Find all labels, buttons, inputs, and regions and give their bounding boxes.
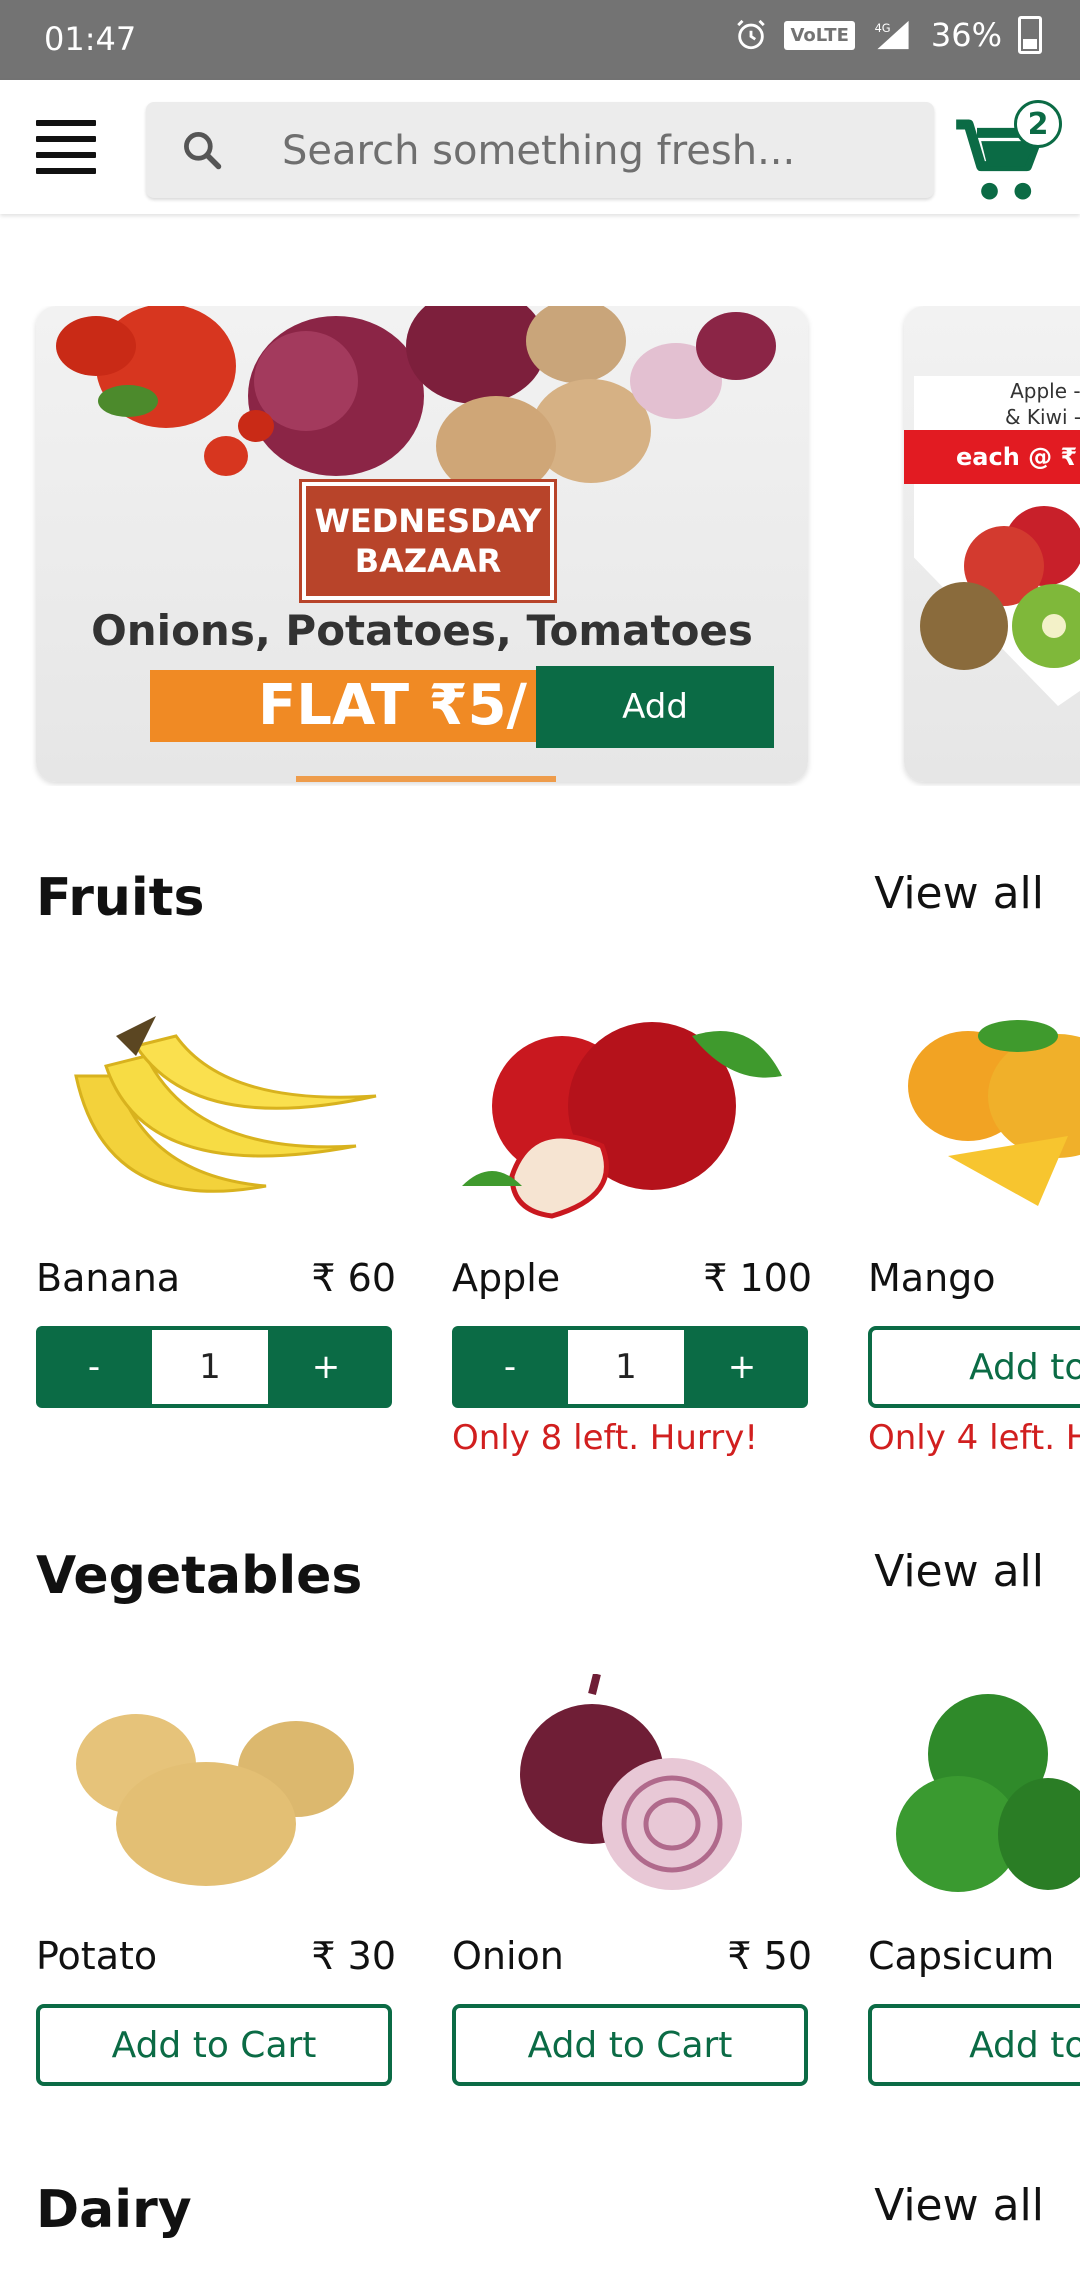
apple-kiwi-illustration [920, 506, 1080, 670]
cart-count-badge: 2 [1014, 100, 1062, 148]
product-price: ₹ 30 [311, 1934, 396, 1978]
banner-add-button[interactable]: Add [536, 666, 774, 748]
battery-percent: 36% [930, 16, 1002, 54]
potato-image [76, 1714, 354, 1886]
stock-warning: Only 8 left. Hurry! [452, 1418, 759, 1458]
product-price: ₹ 60 [311, 1256, 396, 1300]
section-title-vegetables: Vegetables [36, 1546, 363, 1606]
wednesday-bazaar-badge: WEDNESDAY BAZAAR [299, 479, 557, 603]
product-name: Banana [36, 1256, 181, 1300]
svg-text:4G: 4G [874, 21, 890, 35]
view-all-fruits[interactable]: View all [874, 868, 1044, 919]
banner-wednesday-bazaar[interactable]: WEDNESDAY BAZAAR Onions, Potatoes, Tomat… [36, 306, 808, 782]
quantity-stepper[interactable]: - 1 + [36, 1326, 392, 1408]
increment-button[interactable]: + [684, 1326, 800, 1408]
add-to-cart-button[interactable]: Add to Cart [452, 2004, 808, 2086]
banner-footer-strip [296, 776, 556, 782]
search-icon [184, 132, 222, 170]
banner-2-line-2: & Kiwi - Gre [1004, 405, 1080, 429]
app-bar: 2 [0, 80, 1080, 214]
banana-image [74, 1016, 377, 1193]
menu-icon[interactable] [36, 120, 96, 174]
cart-button[interactable]: 2 [952, 98, 1072, 200]
product-name: Apple [452, 1256, 561, 1300]
section-title-dairy: Dairy [36, 2180, 192, 2240]
product-name: Potato [36, 1934, 158, 1978]
product-price: ₹ 50 [727, 1934, 812, 1978]
product-price: ₹ 100 [703, 1256, 812, 1300]
badge-line-2: BAZAAR [354, 542, 502, 580]
battery-icon [1018, 16, 1042, 54]
product-name: Mango [868, 1256, 996, 1300]
alarm-icon [734, 18, 768, 52]
banner-2-price-strip: each @ ₹ [904, 430, 1080, 484]
product-card-mango[interactable]: Mango Add to C Only 4 left. H [868, 996, 1080, 1476]
decrement-button[interactable]: - [452, 1326, 568, 1408]
status-time: 01:47 [44, 20, 137, 58]
section-title-fruits: Fruits [36, 868, 205, 928]
quantity-value: 1 [152, 1330, 268, 1404]
apple-image [462, 1022, 782, 1219]
add-to-cart-button[interactable]: Add to Cart [36, 2004, 392, 2086]
quantity-stepper[interactable]: - 1 + [452, 1326, 808, 1408]
product-card-banana[interactable]: Banana ₹ 60 - 1 + [36, 996, 396, 1476]
product-card-capsicum[interactable]: Capsicum Add to C [868, 1674, 1080, 2104]
add-to-cart-button[interactable]: Add to C [868, 2004, 1080, 2086]
search-bar[interactable] [146, 102, 934, 198]
capsicum-image [896, 1694, 1080, 1892]
mango-image [908, 1020, 1080, 1206]
onion-image [520, 1674, 742, 1890]
add-to-cart-button[interactable]: Add to C [868, 1326, 1080, 1408]
vegetables-illustration [56, 306, 776, 496]
product-name: Capsicum [868, 1934, 1055, 1978]
status-icons: VoLTE 4G 36% [734, 16, 1042, 54]
banner-2-text: Apple - Shi & Kiwi - Gre [984, 378, 1080, 430]
stock-warning: Only 4 left. H [868, 1418, 1080, 1458]
view-all-vegetables[interactable]: View all [874, 1546, 1044, 1597]
increment-button[interactable]: + [268, 1326, 384, 1408]
vegetables-row[interactable]: Potato ₹ 30 Add to Cart Onion ₹ 50 Add t… [0, 1674, 1080, 2104]
product-name: Onion [452, 1934, 564, 1978]
banner-2-line-1: Apple - Shi [1010, 379, 1080, 403]
product-card-apple[interactable]: Apple ₹ 100 - 1 + Only 8 left. Hurry! [452, 996, 812, 1476]
search-input[interactable] [280, 120, 904, 182]
signal-icon: 4G [871, 18, 915, 52]
product-card-onion[interactable]: Onion ₹ 50 Add to Cart [452, 1674, 812, 2104]
banner-apple-kiwi[interactable]: Apple - Shi & Kiwi - Gre each @ ₹ [904, 306, 1080, 782]
decrement-button[interactable]: - [36, 1326, 152, 1408]
badge-line-1: WEDNESDAY [314, 502, 542, 540]
status-bar: 01:47 VoLTE 4G 36% [0, 0, 1080, 80]
fruits-row[interactable]: Banana ₹ 60 - 1 + Apple ₹ 100 - 1 + Only… [0, 996, 1080, 1476]
banner-headline: Onions, Potatoes, Tomatoes [91, 606, 753, 655]
quantity-value: 1 [568, 1330, 684, 1404]
product-card-potato[interactable]: Potato ₹ 30 Add to Cart [36, 1674, 396, 2104]
offer-banner-carousel[interactable]: WEDNESDAY BAZAAR Onions, Potatoes, Tomat… [0, 306, 1080, 786]
view-all-dairy[interactable]: View all [874, 2180, 1044, 2231]
volte-badge: VoLTE [784, 20, 855, 50]
